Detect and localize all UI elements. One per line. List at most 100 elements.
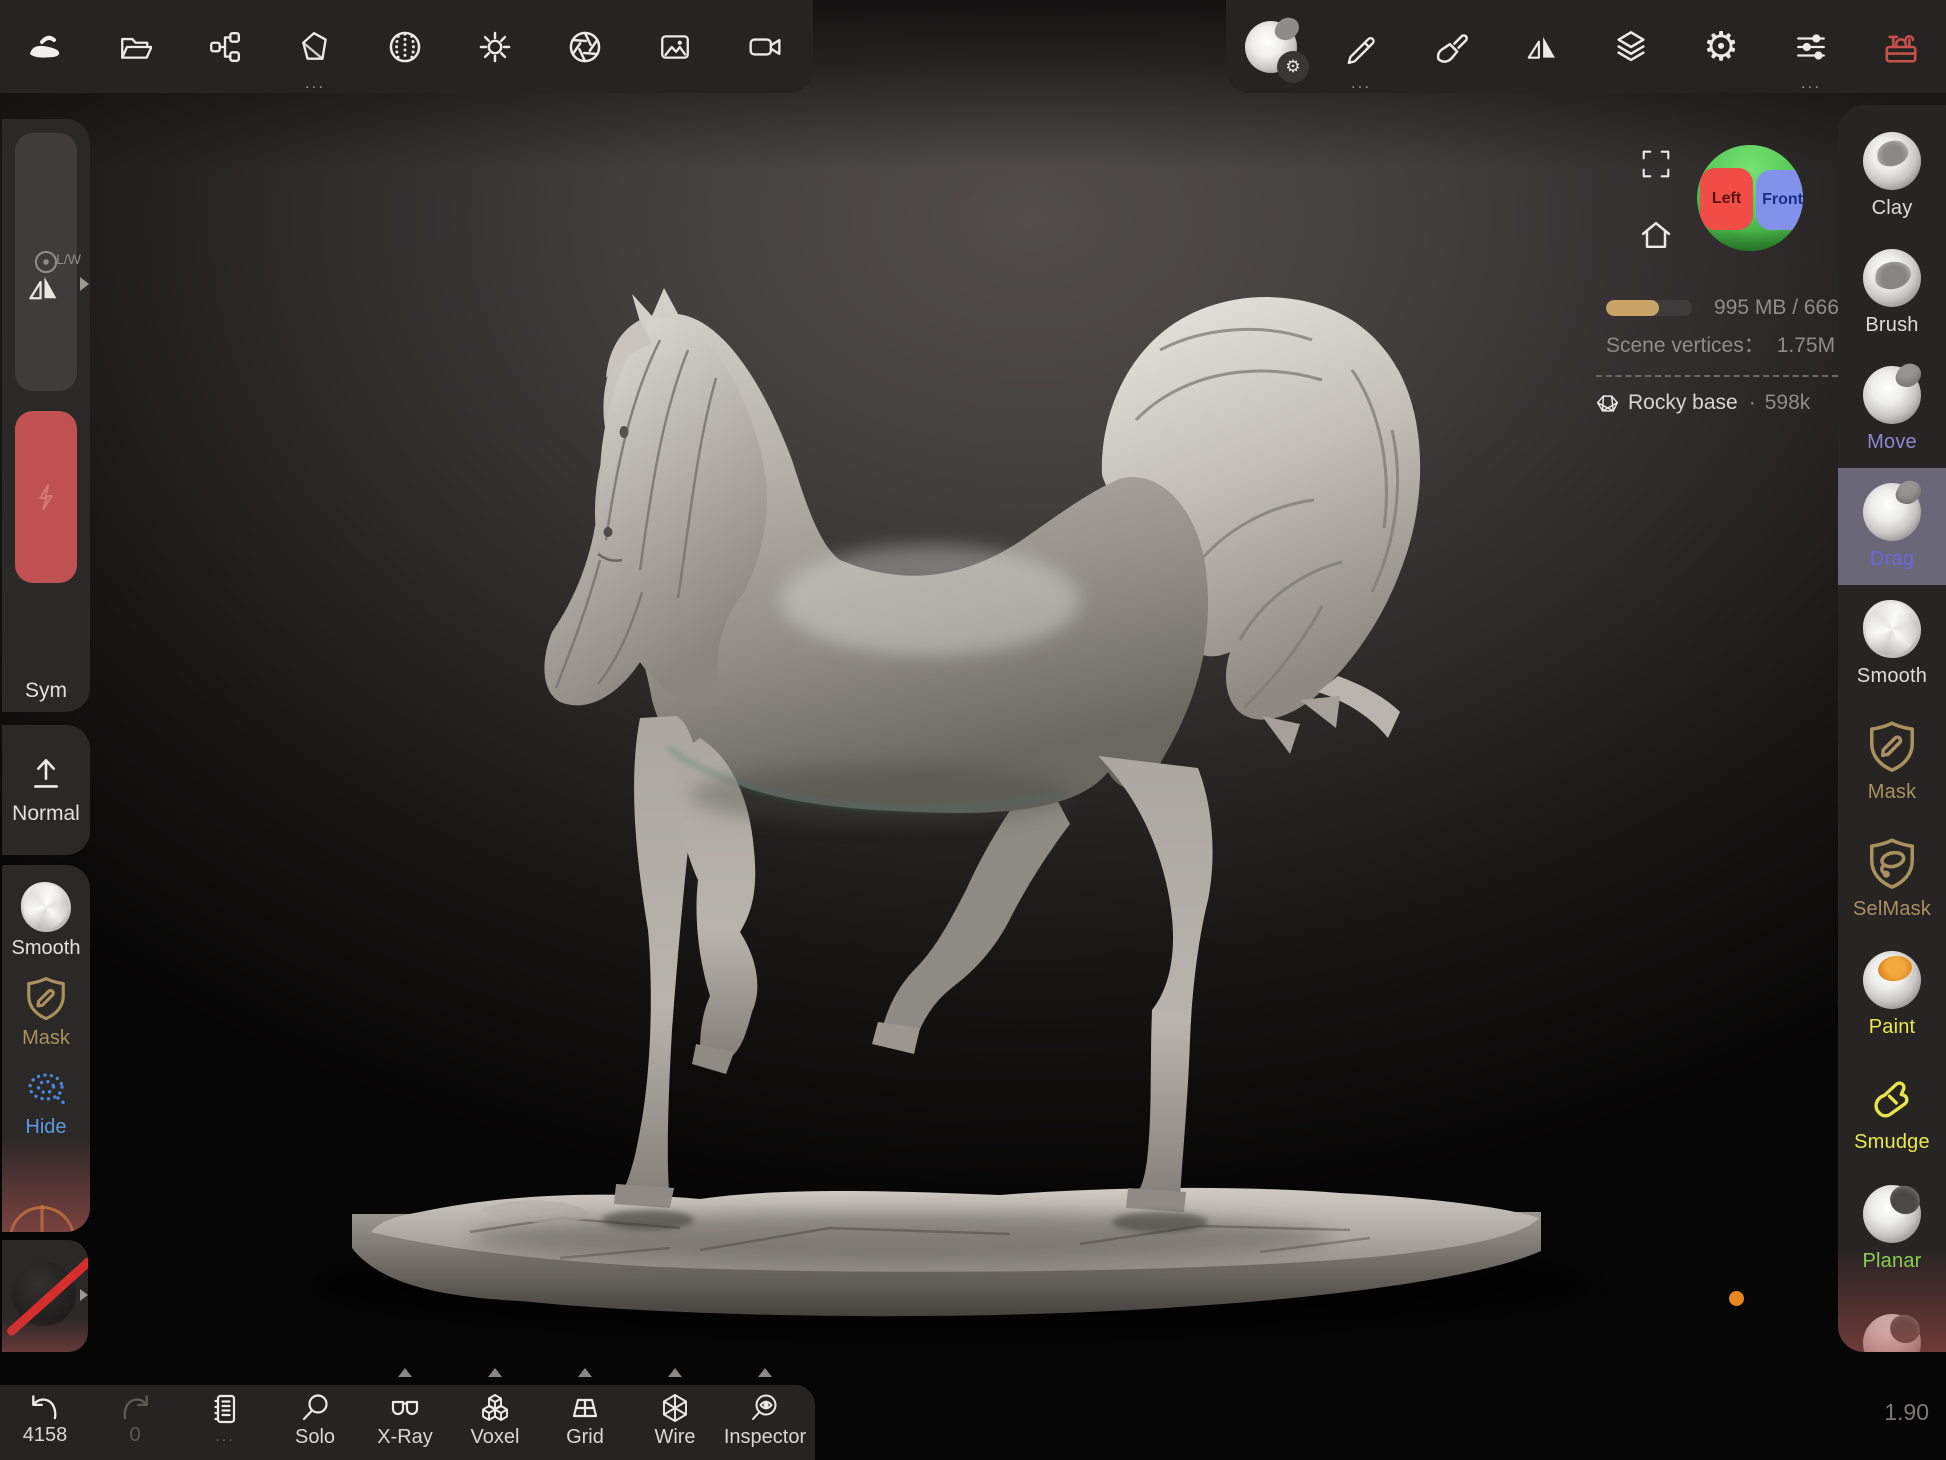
quick-smooth-label: Smooth <box>12 937 81 960</box>
tool-drag[interactable]: Drag <box>1838 468 1946 585</box>
scene-vertices-label: Scene vertices： <box>1606 334 1765 357</box>
tool-move[interactable]: Move <box>1838 351 1946 468</box>
toolbox-button[interactable] <box>1856 0 1946 93</box>
grid-caret-icon <box>578 1368 592 1377</box>
stroke-button[interactable]: ... <box>1316 0 1406 93</box>
tool-mask[interactable]: Mask <box>1838 702 1946 819</box>
viewcube-left-face[interactable]: Left <box>1700 168 1753 230</box>
tool-smudge-label: Smudge <box>1854 1131 1930 1154</box>
memory-row: 995 MB / 666 M <box>1596 296 1838 320</box>
selected-mesh-row[interactable]: Rocky base · 598k <box>1596 391 1838 415</box>
brush-sliders-panel: L/W Sym <box>2 119 90 712</box>
tool-brush-label: Brush <box>1865 314 1918 337</box>
inspector-eye-icon <box>748 1392 782 1424</box>
tool-mask-label: Mask <box>1868 781 1917 804</box>
symmetry-lw-tag: L/W <box>56 251 81 267</box>
topbar-left: ... <box>0 0 813 93</box>
mask-shield-icon <box>1865 718 1919 774</box>
history-button[interactable]: ... <box>180 1385 270 1460</box>
scene-graph-button[interactable] <box>180 0 270 93</box>
undo-count: 4158 <box>23 1424 68 1446</box>
wire-button[interactable]: Wire <box>630 1385 720 1460</box>
voxel-cubes-icon <box>478 1392 512 1424</box>
sun-icon <box>477 29 513 65</box>
quick-mask-button[interactable]: Mask <box>2 966 90 1057</box>
view-orientation-cube[interactable]: Left Front <box>1697 145 1803 251</box>
drag-ball-icon <box>1863 483 1921 541</box>
tool-drag-label: Drag <box>1870 548 1914 571</box>
undo-button[interactable]: 4158 <box>0 1385 90 1460</box>
post-process-button[interactable] <box>540 0 630 93</box>
sym-button[interactable] <box>23 269 63 310</box>
paint-ball-icon <box>1863 951 1921 1009</box>
brush-intensity-slider[interactable] <box>15 411 77 583</box>
aperture-icon <box>567 29 603 65</box>
selmask-shield-icon <box>1865 835 1919 891</box>
bottom-toolbar: 4158 0 ... Solo <box>0 1385 815 1460</box>
tool-selmask[interactable]: SelMask <box>1838 819 1946 936</box>
folder-icon <box>118 30 152 64</box>
settings-button[interactable]: ⚙ <box>1676 0 1766 93</box>
active-brush-preview-button[interactable]: ⚙ <box>1226 0 1316 93</box>
smudge-hand-icon <box>1865 1070 1919 1124</box>
sliders-more-dots: ... <box>1801 74 1821 91</box>
active-brush-preview-icon: ⚙ <box>1245 21 1297 73</box>
undo-arrow-icon <box>28 1392 62 1422</box>
symmetry-button[interactable] <box>1496 0 1586 93</box>
tool-brush[interactable]: Brush <box>1838 234 1946 351</box>
solo-button[interactable]: Solo <box>270 1385 360 1460</box>
mesh-wireframe-icon <box>1596 392 1619 415</box>
lighting-button[interactable] <box>450 0 540 93</box>
xray-button[interactable]: X-Ray <box>360 1385 450 1460</box>
voxel-caret-icon <box>488 1368 502 1377</box>
flat-brush-icon <box>1433 29 1469 65</box>
inspector-button[interactable]: Inspector <box>720 1385 810 1460</box>
files-button[interactable] <box>90 0 180 93</box>
tool-clay-label: Clay <box>1872 197 1913 220</box>
quick-smooth-button[interactable]: Smooth <box>2 875 90 966</box>
app-version: 1.90 <box>1884 1399 1929 1426</box>
tool-smooth[interactable]: Smooth <box>1838 585 1946 702</box>
memory-text: 995 MB / 666 M <box>1714 296 1838 320</box>
primitive-button[interactable]: ... <box>270 0 360 93</box>
no-matcap-button[interactable] <box>2 1240 88 1352</box>
home-view-button[interactable] <box>1637 216 1675 254</box>
smooth-ball-icon <box>1863 600 1921 658</box>
layers-button[interactable] <box>1586 0 1676 93</box>
tool-rail: Clay Brush Move Drag Smooth <box>1838 105 1946 1352</box>
inspector-label: Inspector <box>724 1426 806 1448</box>
tool-planar[interactable]: Planar <box>1838 1170 1946 1287</box>
background-image-button[interactable] <box>630 0 720 93</box>
quick-hide-button[interactable]: Hide <box>2 1057 90 1148</box>
nomad-logo[interactable] <box>0 0 90 93</box>
hidden-gizmo-partial-icon <box>9 1206 75 1232</box>
sym-expand-arrow-icon[interactable] <box>80 277 89 291</box>
pencil-icon <box>1344 30 1378 64</box>
next-tool-partial-icon[interactable] <box>1863 1314 1921 1352</box>
stroke-more-dots: ... <box>1351 74 1371 91</box>
viewcube-front-face[interactable]: Front <box>1756 170 1803 230</box>
material-sphere-icon <box>387 29 423 65</box>
home-icon <box>1638 217 1674 253</box>
voxel-button[interactable]: Voxel <box>450 1385 540 1460</box>
tool-paint-label: Paint <box>1869 1016 1916 1039</box>
tool-smudge[interactable]: Smudge <box>1838 1053 1946 1170</box>
video-camera-icon <box>746 30 784 64</box>
grid-button[interactable]: Grid <box>540 1385 630 1460</box>
normal-mode-button[interactable]: Normal <box>2 725 90 855</box>
brush-ball-icon <box>1863 249 1921 307</box>
paint-settings-button[interactable] <box>1406 0 1496 93</box>
interface-sliders-button[interactable]: ... <box>1766 0 1856 93</box>
redo-button[interactable]: 0 <box>90 1385 180 1460</box>
memory-bar-fill <box>1606 300 1659 316</box>
image-icon <box>657 30 693 64</box>
tool-clay[interactable]: Clay <box>1838 117 1946 234</box>
grid-label: Grid <box>566 1426 604 1448</box>
fullscreen-button[interactable] <box>1637 145 1675 183</box>
camera-button[interactable] <box>720 0 810 93</box>
smooth-ball-icon <box>21 882 71 932</box>
quick-hide-label: Hide <box>25 1116 66 1139</box>
glasses-icon <box>387 1392 423 1424</box>
material-button[interactable] <box>360 0 450 93</box>
tool-paint[interactable]: Paint <box>1838 936 1946 1053</box>
